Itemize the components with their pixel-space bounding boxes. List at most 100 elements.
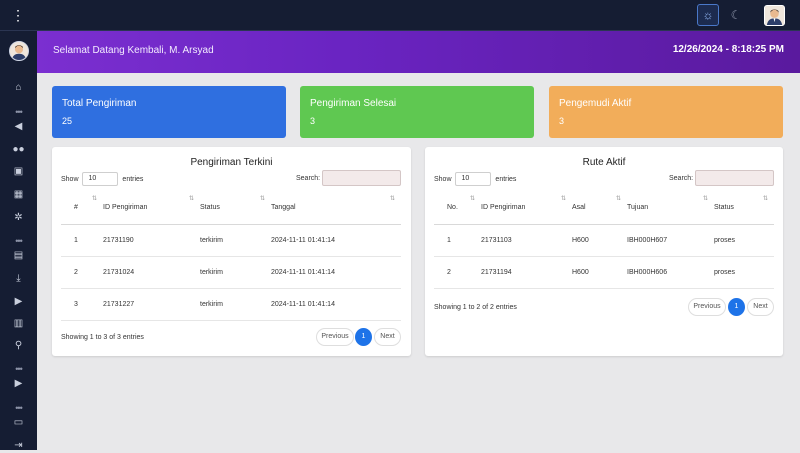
cell: terkirim [200, 288, 271, 321]
table-info: Showing 1 to 3 of 3 entries [61, 334, 144, 341]
search-input[interactable] [322, 170, 401, 186]
sort-icon: ⇅ [389, 196, 395, 202]
truck-icon[interactable]: ▶ [0, 377, 37, 391]
cell: terkirim [200, 256, 271, 289]
page-1-button[interactable]: 1 [355, 328, 372, 346]
column-header[interactable]: ID Pengiriman ⇅ [481, 191, 572, 225]
length-select[interactable]: 10 [455, 172, 492, 186]
sidebar-avatar[interactable] [9, 41, 29, 61]
column-header[interactable]: Status ⇅ [200, 191, 271, 225]
moon-icon[interactable]: ☾ [728, 5, 744, 25]
cell: terkirim [200, 224, 271, 257]
column-header[interactable]: # ⇅ [61, 191, 103, 225]
sort-icon: ⇅ [560, 196, 566, 202]
column-header[interactable]: No. ⇅ [434, 191, 481, 225]
sun-icon[interactable]: ☼ [697, 4, 719, 26]
stat-value: 3 [559, 116, 565, 126]
search-input[interactable] [695, 170, 774, 186]
sidebar: ⌂ ••• ◀ ●● ▣ ▦ ✲ ••• ▤ ⤓ ▶ ▥ ⚲ ••• ▶ •••… [0, 31, 37, 453]
search-label: Search: [669, 175, 694, 182]
length-control: Show 10 entries [61, 172, 143, 186]
stat-card-completed-shipments: Pengiriman Selesai 3 [300, 86, 534, 138]
cell: 2024-11-11 01:41:14 [271, 224, 401, 257]
cell: 21731194 [481, 256, 572, 289]
column-header[interactable]: Tanggal ⇅ [271, 191, 401, 225]
card-title: Rute Aktif [582, 157, 626, 168]
pagination: Previous 1 Next [688, 298, 774, 316]
previous-button[interactable]: Previous [316, 328, 354, 346]
sort-icon: ⇅ [702, 196, 708, 202]
sort-icon: ⇅ [762, 196, 768, 202]
separator-dots: ••• [15, 403, 22, 413]
cell: 2 [434, 256, 481, 289]
entries-label: entries [122, 175, 144, 183]
column-header[interactable]: Status ⇅ [714, 191, 774, 225]
separator-dots: ••• [15, 236, 22, 246]
group-icon[interactable]: ▥ [0, 317, 37, 331]
separator-dots: ••• [15, 364, 22, 374]
table-header-row: No. ⇅ ID Pengiriman ⇅ Asal ⇅ Tujuan ⇅ Status… [434, 191, 774, 225]
stat-label: Total Pengiriman [62, 98, 137, 109]
previous-button[interactable]: Previous [688, 298, 726, 316]
gears-icon[interactable]: ✲ [0, 211, 37, 225]
page-1-button[interactable]: 1 [728, 298, 745, 316]
cell: 21731190 [103, 224, 200, 257]
cell: 2024-11-11 01:41:14 [271, 256, 401, 289]
table-row: 2 21731024 terkirim 2024-11-11 01:41:14 [61, 256, 401, 289]
show-label: Show [61, 175, 79, 183]
calendar-icon[interactable]: ▦ [0, 188, 37, 202]
truck-icon[interactable]: ▶ [0, 295, 37, 309]
welcome-text: Selamat Datang Kembali, M. Arsyad [53, 45, 214, 56]
table-row: 3 21731227 terkirim 2024-11-11 01:41:14 [61, 288, 401, 321]
megaphone-icon[interactable]: ◀ [0, 120, 37, 134]
welcome-banner: Selamat Datang Kembali, M. Arsyad 12/26/… [37, 31, 800, 73]
active-routes-table: No. ⇅ ID Pengiriman ⇅ Asal ⇅ Tujuan ⇅ Status… [434, 191, 774, 289]
show-label: Show [434, 175, 452, 183]
kebab-menu-icon[interactable]: ⋮ [10, 7, 26, 23]
card-title: Pengiriman Terkini [190, 157, 273, 168]
cell: proses [714, 256, 774, 289]
column-header[interactable]: Tujuan ⇅ [627, 191, 714, 225]
cell: IBH000H606 [627, 256, 714, 289]
home-icon[interactable]: ⌂ [0, 81, 37, 95]
next-button[interactable]: Next [374, 328, 401, 346]
recent-shipments-card: Pengiriman Terkini Show 10 entries Searc… [52, 147, 411, 356]
table-row: 1 21731103 H600 IBH000H607 proses [434, 224, 774, 257]
sort-icon: ⇅ [259, 196, 265, 202]
pagination: Previous 1 Next [316, 328, 402, 346]
column-header[interactable]: Asal ⇅ [572, 191, 627, 225]
stat-value: 25 [62, 116, 73, 126]
length-control: Show 10 entries [434, 172, 516, 186]
cell: 2 [61, 256, 103, 289]
separator-dots: ••• [15, 107, 22, 117]
sort-icon: ⇅ [91, 196, 97, 202]
stat-label: Pengiriman Selesai [310, 98, 397, 109]
document-icon[interactable]: ▤ [0, 249, 37, 263]
logout-icon[interactable]: ⇥ [0, 439, 37, 453]
sort-icon: ⇅ [188, 196, 194, 202]
sort-icon: ⇅ [469, 196, 475, 202]
cell: 3 [61, 288, 103, 321]
cell: 2024-11-11 01:41:14 [271, 288, 401, 321]
cell: 21731024 [103, 256, 200, 289]
cell: 1 [434, 224, 481, 257]
inbox-icon[interactable]: ▭ [0, 416, 37, 430]
download-icon[interactable]: ⤓ [0, 272, 37, 286]
entries-label: entries [495, 175, 517, 183]
table-info: Showing 1 to 2 of 2 entries [434, 304, 517, 311]
stat-card-active-drivers: Pengemudi Aktif 3 [549, 86, 783, 138]
next-button[interactable]: Next [747, 298, 774, 316]
stat-card-total-shipments: Total Pengiriman 25 [52, 86, 286, 138]
stat-value: 3 [310, 116, 316, 126]
avatar[interactable] [764, 5, 785, 26]
motorcycle-icon[interactable]: ⚲ [0, 339, 37, 353]
cell: IBH000H607 [627, 224, 714, 257]
cell: 1 [61, 224, 103, 257]
stat-label: Pengemudi Aktif [559, 98, 632, 109]
users-icon[interactable]: ●● [0, 143, 37, 157]
recent-shipments-table: # ⇅ ID Pengiriman ⇅ Status ⇅ Tanggal ⇅ 1 217… [61, 191, 401, 321]
column-header[interactable]: ID Pengiriman ⇅ [103, 191, 200, 225]
money-icon[interactable]: ▣ [0, 165, 37, 179]
length-select[interactable]: 10 [82, 172, 119, 186]
table-row: 2 21731194 H600 IBH000H606 proses [434, 256, 774, 289]
